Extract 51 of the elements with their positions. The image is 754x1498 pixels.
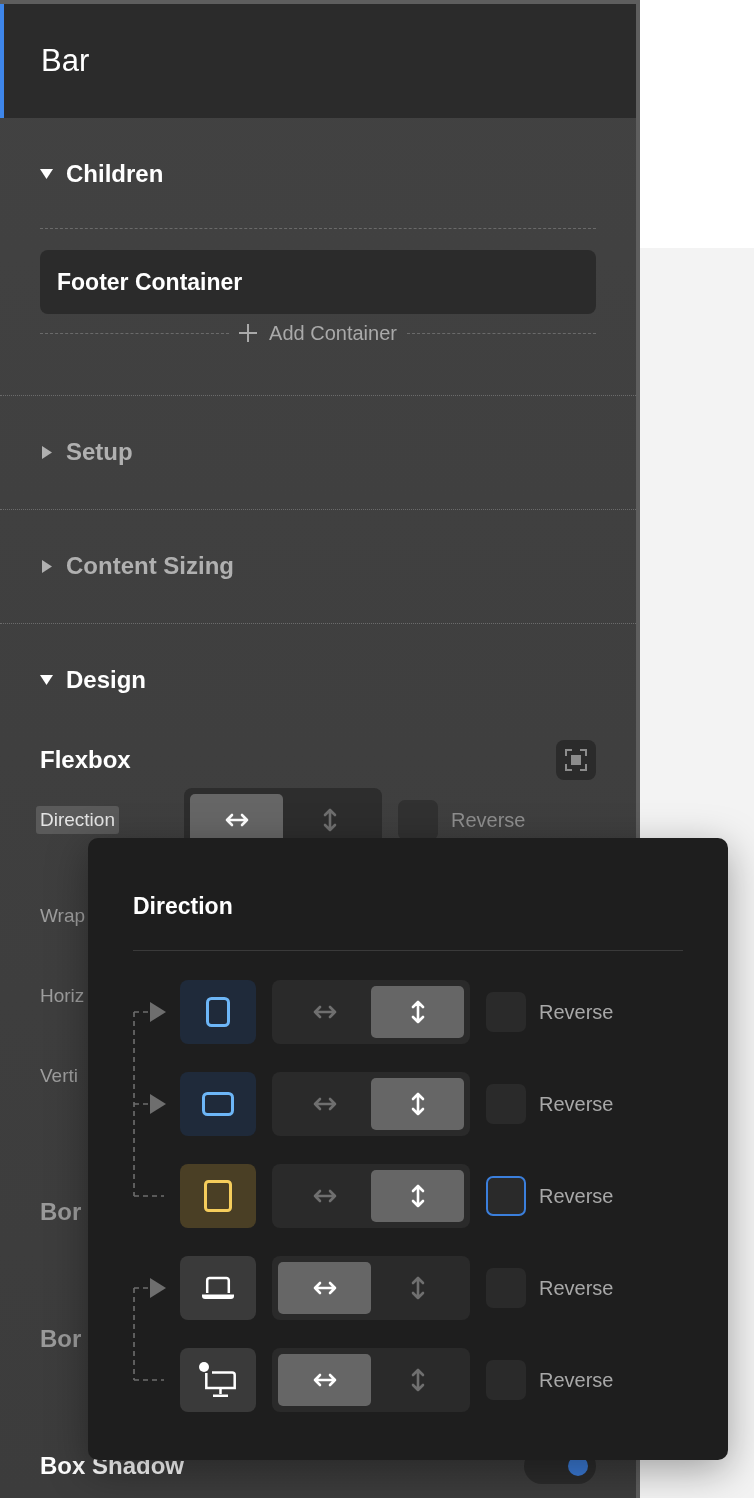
checkbox-label: Reverse bbox=[539, 1368, 614, 1392]
vertical-arrows-icon bbox=[409, 1000, 426, 1024]
laptop-icon bbox=[202, 1276, 234, 1300]
section-header[interactable]: Children bbox=[40, 158, 164, 190]
vertical-arrows-icon bbox=[409, 1092, 426, 1116]
vertical-direction-option[interactable] bbox=[371, 1078, 464, 1130]
child-list-item[interactable]: Footer Container bbox=[40, 250, 596, 314]
vertical-arrows-icon bbox=[321, 808, 338, 832]
tablet-landscape-icon bbox=[202, 1092, 234, 1116]
add-container-button[interactable]: Add Container bbox=[229, 321, 407, 345]
breakpoint-tile[interactable] bbox=[180, 1072, 256, 1136]
reverse-checkbox[interactable] bbox=[486, 1176, 526, 1216]
focus-frame-button[interactable] bbox=[556, 740, 596, 780]
vertical-arrows-icon bbox=[409, 1184, 426, 1208]
plus-icon bbox=[239, 324, 258, 342]
field-label: Horiz bbox=[39, 984, 86, 1008]
checkbox-label: Reverse bbox=[539, 1184, 614, 1208]
horizontal-arrows-icon bbox=[312, 1280, 337, 1296]
checkbox-label: Reverse bbox=[539, 1276, 614, 1300]
breakpoint-tile[interactable] bbox=[180, 1348, 256, 1412]
field-label: Wrap bbox=[39, 904, 87, 928]
horizontal-arrows-icon bbox=[312, 1004, 337, 1020]
section-subheading: Bor bbox=[40, 1197, 82, 1226]
rounded-square-icon bbox=[204, 1180, 232, 1212]
horizontal-arrows-icon bbox=[224, 812, 249, 828]
vertical-arrows-icon bbox=[409, 1276, 426, 1300]
horizontal-arrows-icon bbox=[312, 1096, 337, 1112]
section-subheading: Bor bbox=[40, 1324, 82, 1353]
phone-portrait-icon bbox=[206, 997, 230, 1027]
panel-title: Bar bbox=[41, 43, 90, 79]
section-header[interactable]: Setup bbox=[40, 436, 133, 468]
desktop-monitor-icon bbox=[199, 1362, 237, 1398]
checkbox-label: Reverse bbox=[539, 1092, 614, 1116]
field-label: Direction bbox=[36, 806, 119, 834]
section-header[interactable]: Design bbox=[40, 664, 146, 696]
horizontal-arrows-icon bbox=[312, 1372, 337, 1388]
group-heading: Flexbox bbox=[40, 746, 131, 774]
vertical-arrows-icon bbox=[409, 1368, 426, 1392]
field-label: Verti bbox=[39, 1064, 80, 1088]
reverse-checkbox[interactable] bbox=[398, 800, 438, 840]
horizontal-arrows-icon bbox=[312, 1188, 337, 1204]
breakpoint-tile[interactable] bbox=[180, 1164, 256, 1228]
checkbox-label: Reverse bbox=[539, 1000, 614, 1024]
checkbox-label: Reverse bbox=[451, 808, 526, 832]
breakpoint-tile[interactable] bbox=[180, 1256, 256, 1320]
focus-frame-icon bbox=[565, 749, 587, 771]
vertical-direction-option[interactable] bbox=[371, 986, 464, 1038]
popover-title: Direction bbox=[133, 892, 234, 920]
section-header[interactable]: Content Sizing bbox=[40, 550, 234, 582]
vertical-direction-option[interactable] bbox=[371, 1170, 464, 1222]
breakpoint-tile[interactable] bbox=[180, 980, 256, 1044]
